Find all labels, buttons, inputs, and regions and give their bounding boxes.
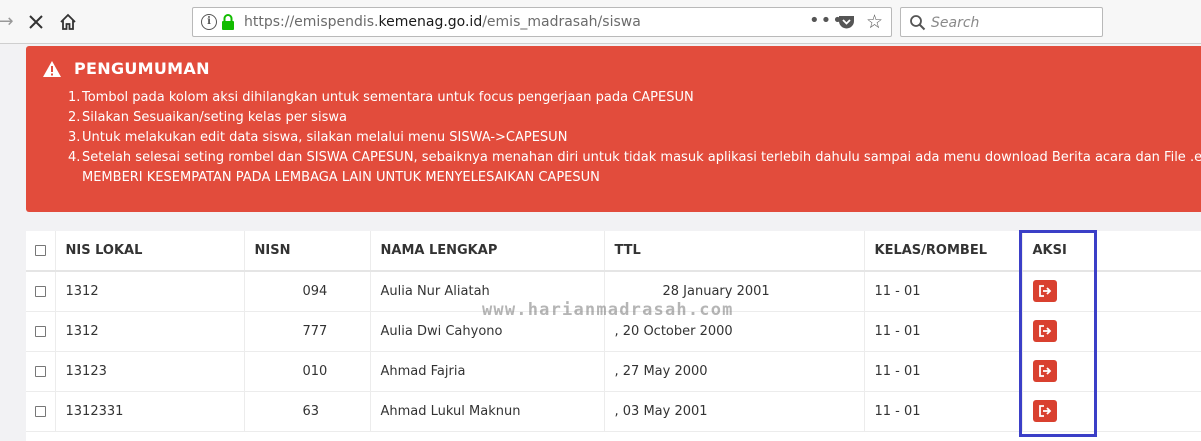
cell-kelas: 11 - 01 (864, 351, 1023, 392)
warning-icon (43, 61, 61, 77)
sign-out-icon (1038, 325, 1051, 337)
cell-nis: 1312331 (55, 391, 245, 432)
pocket-icon[interactable] (838, 14, 855, 30)
announcement-panel: PENGUMUMAN 1. Tombol pada kolom aksi dihi… (26, 46, 1201, 212)
col-nisn[interactable]: NISN (244, 231, 371, 272)
address-bar[interactable]: i https://emispendis.kemenag.go.id/emis_… (192, 7, 892, 37)
col-kelas-rombel[interactable]: KELAS/ROMBEL (864, 231, 1023, 272)
url-text[interactable]: https://emispendis.kemenag.go.id/emis_ma… (244, 14, 641, 30)
cell-nisn: 010 (244, 351, 371, 392)
search-input[interactable] (931, 13, 1096, 33)
home-icon[interactable] (56, 10, 80, 34)
col-aksi: AKSI (1022, 231, 1201, 272)
cell-ttl: 28 January 2001 (604, 271, 865, 312)
announcement-item: 2. Silakan Sesuaikan/seting kelas per sis… (68, 110, 347, 125)
select-all-checkbox[interactable] (35, 245, 46, 256)
row-checkbox[interactable] (35, 325, 46, 337)
cell-kelas: 11 - 01 (864, 271, 1023, 312)
sign-out-action-button[interactable] (1032, 360, 1057, 382)
announcement-item: 4. Setelah selesai seting rombel dan SISW… (68, 150, 1201, 185)
search-box[interactable] (900, 7, 1103, 37)
cell-nis: 1312 (55, 271, 245, 312)
cell-nisn: 63 (244, 391, 371, 432)
table-row: 1312331 63 Ahmad Lukul Maknun , 03 May 2… (26, 391, 1201, 432)
forward-icon[interactable]: → (0, 10, 18, 34)
cell-nama: Ahmad Fajria (370, 351, 605, 392)
lock-icon[interactable] (221, 14, 235, 31)
search-icon (910, 15, 926, 31)
student-table: NIS LOKAL NISN NAMA LENGKAP TTL KELAS/RO… (26, 231, 1201, 432)
cell-ttl: , 20 October 2000 (604, 311, 865, 352)
sign-out-action-button[interactable] (1032, 320, 1057, 342)
row-select-cell (26, 391, 56, 432)
select-all-cell (26, 231, 56, 272)
announcement-title: PENGUMUMAN (74, 59, 210, 78)
sign-out-icon (1038, 405, 1051, 417)
browser-toolbar: → i https://emispendis.kemenag.go.id/emi… (0, 0, 1201, 44)
sign-out-icon (1038, 365, 1051, 377)
table-row: 1312 094 Aulia Nur Aliatah 28 January 20… (26, 271, 1201, 312)
site-info-icon[interactable]: i (201, 14, 217, 30)
col-nis-lokal[interactable]: NIS LOKAL (55, 231, 245, 272)
announcement-item: 3. Untuk melakukan edit data siswa, silak… (68, 130, 568, 145)
table-row: 13123 010 Ahmad Fajria , 27 May 2000 11 … (26, 351, 1201, 392)
sign-out-action-button[interactable] (1032, 400, 1057, 422)
sign-out-icon (1038, 285, 1051, 298)
row-select-cell (26, 351, 56, 392)
col-nama-lengkap[interactable]: NAMA LENGKAP (370, 231, 605, 272)
cell-nis: 13123 (55, 351, 245, 392)
cell-nama: Aulia Nur Aliatah (370, 271, 605, 312)
cell-nama: Aulia Dwi Cahyono (370, 311, 605, 352)
cell-ttl: , 27 May 2000 (604, 351, 865, 392)
col-ttl[interactable]: TTL (604, 231, 865, 272)
cell-kelas: 11 - 01 (864, 311, 1023, 352)
announcement-list: 1. Tombol pada kolom aksi dihilangkan unt… (68, 88, 1201, 188)
cell-aksi (1022, 391, 1201, 432)
bookmark-star-icon[interactable]: ☆ (866, 11, 883, 33)
cell-aksi (1022, 271, 1201, 312)
table-header-row: NIS LOKAL NISN NAMA LENGKAP TTL KELAS/RO… (26, 231, 1201, 272)
announcement-item: 1. Tombol pada kolom aksi dihilangkan unt… (68, 90, 694, 105)
cell-nama: Ahmad Lukul Maknun (370, 391, 605, 432)
stop-icon[interactable] (24, 10, 48, 34)
row-select-cell (26, 311, 56, 352)
table-row: 1312 777 Aulia Dwi Cahyono , 20 October … (26, 311, 1201, 352)
cell-ttl: , 03 May 2001 (604, 391, 865, 432)
cell-kelas: 11 - 01 (864, 391, 1023, 432)
row-select-cell (26, 271, 56, 312)
row-checkbox[interactable] (35, 365, 46, 377)
row-checkbox[interactable] (35, 405, 46, 417)
cell-nisn: 094 (244, 271, 371, 312)
row-checkbox[interactable] (35, 285, 46, 297)
sign-out-action-button[interactable] (1032, 280, 1057, 303)
cell-nisn: 777 (244, 311, 371, 352)
cell-nis: 1312 (55, 311, 245, 352)
cell-aksi (1022, 311, 1201, 352)
student-table-container: NIS LOKAL NISN NAMA LENGKAP TTL KELAS/RO… (26, 231, 1201, 441)
cell-aksi (1022, 351, 1201, 392)
